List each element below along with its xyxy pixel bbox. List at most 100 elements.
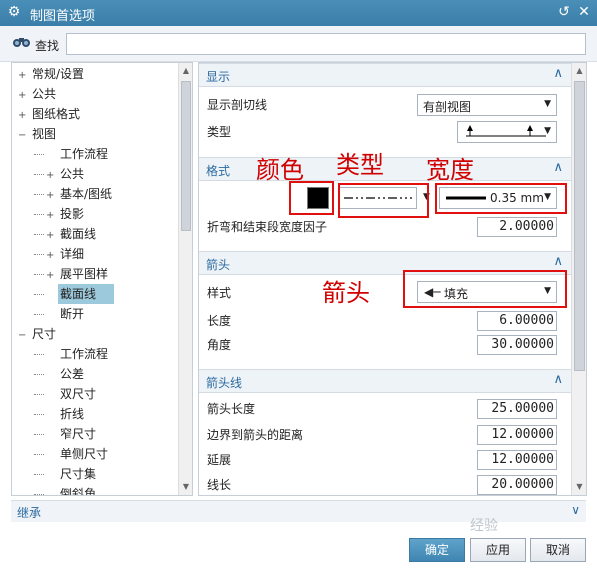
tree-item[interactable]: + 公共 [34, 164, 86, 184]
apply-button[interactable]: 应用 [470, 538, 526, 562]
find-label: 查找 [35, 39, 60, 53]
tree-item-label: 详细 [60, 247, 85, 261]
tree-connector [34, 294, 44, 295]
tree-item-label: 断开 [60, 307, 85, 321]
chevron-up-icon[interactable]: ∧ [553, 372, 563, 387]
tree-item[interactable]: + 投影 [34, 204, 86, 224]
expand-icon[interactable]: + [46, 226, 58, 246]
chevron-up-icon[interactable]: ∧ [553, 66, 563, 81]
inherit-section[interactable]: 继承 ∨ [11, 500, 586, 522]
section-arrow-line[interactable]: 箭头线 ∧ [199, 369, 571, 393]
tree-item[interactable]: 尺寸集 [34, 464, 98, 484]
tree-item-label: 图纸格式 [32, 107, 81, 121]
panel-scrollbar[interactable]: ▲ ▼ [571, 63, 586, 495]
tree-item[interactable]: 截面线 [34, 284, 115, 304]
tree-item-label: 单侧尺寸 [60, 447, 109, 461]
tree-item[interactable]: 单侧尺寸 [34, 444, 110, 464]
caret-down-icon: ▼ [544, 99, 551, 109]
tree-item[interactable]: 倒斜角 [34, 484, 98, 496]
chevron-up-icon[interactable]: ∧ [553, 254, 563, 269]
tree-item[interactable]: 双尺寸 [34, 384, 98, 404]
line-length-input[interactable]: 20.00000 [477, 475, 557, 495]
tree-item[interactable]: + 展平图样 [34, 264, 110, 284]
expand-icon[interactable]: + [46, 186, 58, 206]
expand-icon[interactable]: + [46, 266, 58, 286]
arrow-length-input[interactable]: 6.00000 [477, 311, 557, 331]
tree-connector [34, 234, 44, 235]
expand-icon[interactable]: + [18, 66, 30, 86]
tree-connector [34, 374, 44, 375]
tree-item-label: 窄尺寸 [60, 427, 97, 441]
show-cut-line-label: 显示剖切线 [207, 98, 268, 112]
tree-item[interactable]: 窄尺寸 [34, 424, 98, 444]
close-icon[interactable]: ✕ [576, 4, 592, 20]
tree-connector [34, 494, 44, 495]
tree-item-label: 基本/图纸 [60, 187, 113, 201]
tree-item-label: 工作流程 [60, 147, 109, 161]
tree-scrollbar[interactable]: ▲ ▼ [178, 63, 192, 495]
tree-item-label: 公差 [60, 367, 85, 381]
expand-icon[interactable]: + [46, 166, 58, 186]
expand-icon[interactable]: + [46, 206, 58, 226]
tree-connector [34, 274, 44, 275]
tree-connector [34, 174, 44, 175]
tree-connector [34, 434, 44, 435]
tree-item[interactable]: − 视图 [18, 124, 58, 144]
tree-item-label: 尺寸集 [60, 467, 97, 481]
border-distance-input[interactable]: 12.00000 [477, 425, 557, 445]
category-tree: ▲ ▼ + 常规/设置 + 公共 + 图纸格式 − 视图 工作流程 + 公共 + 基本/图纸 + 投影 + 截面… [11, 62, 193, 496]
arrow-line-length-input[interactable]: 25.00000 [477, 399, 557, 419]
tree-item[interactable]: 断开 [34, 304, 86, 324]
tree-item[interactable]: + 图纸格式 [18, 104, 82, 124]
section-format[interactable]: 格式 ∧ [199, 157, 571, 181]
title-bar: ⚙ 制图首选项 ↺ ✕ [0, 0, 597, 26]
chevron-up-icon[interactable]: ∧ [553, 160, 563, 175]
scroll-up-icon[interactable]: ▲ [572, 63, 586, 79]
tree-item[interactable]: − 尺寸 [18, 324, 58, 344]
tree-item[interactable]: + 截面线 [34, 224, 98, 244]
show-cut-line-select[interactable]: 有剖视图 ▼ [417, 94, 557, 116]
tree-item[interactable]: + 常规/设置 [18, 64, 86, 84]
expand-icon[interactable]: + [18, 106, 30, 126]
scroll-up-icon[interactable]: ▲ [179, 63, 192, 79]
expand-icon[interactable]: + [46, 246, 58, 266]
collapse-icon[interactable]: − [18, 126, 30, 146]
section-line-type-icon [466, 125, 546, 137]
tree-item[interactable]: + 详细 [34, 244, 86, 264]
window-title: 制图首选项 [30, 9, 96, 24]
factor-input[interactable]: 2.00000 [477, 217, 557, 237]
tree-item-label: 投影 [60, 207, 85, 221]
tree-item[interactable]: 公差 [34, 364, 86, 384]
chevron-down-icon[interactable]: ∨ [571, 503, 580, 517]
tree-item[interactable]: + 公共 [18, 84, 58, 104]
tree-connector [34, 154, 44, 155]
watermark: 经验 [470, 518, 498, 534]
scroll-down-icon[interactable]: ▼ [572, 479, 586, 495]
find-input[interactable] [66, 33, 586, 55]
type-select[interactable]: ▼ [457, 121, 557, 143]
tree-item-label: 倒斜角 [60, 487, 97, 496]
expand-icon[interactable]: + [18, 86, 30, 106]
tree-item-label: 截面线 [60, 227, 97, 241]
tree-item-label: 公共 [32, 87, 57, 101]
scroll-down-icon[interactable]: ▼ [179, 479, 192, 495]
tree-item-label: 常规/设置 [32, 67, 85, 81]
scrollbar-thumb[interactable] [181, 81, 191, 231]
reset-icon[interactable]: ↺ [556, 4, 572, 20]
tree-item[interactable]: 工作流程 [34, 344, 110, 364]
tree-connector [34, 214, 44, 215]
scrollbar-thumb[interactable] [574, 81, 585, 371]
tree-item[interactable]: 工作流程 [34, 144, 110, 164]
highlight-width-box [435, 183, 567, 214]
section-display[interactable]: 显示 ∧ [199, 63, 571, 87]
type-label: 类型 [207, 125, 232, 139]
find-row: 查找 [0, 26, 597, 62]
collapse-icon[interactable]: − [18, 326, 30, 346]
tree-item[interactable]: 折线 [34, 404, 86, 424]
arrow-angle-input[interactable]: 30.00000 [477, 335, 557, 355]
extend-input[interactable]: 12.00000 [477, 450, 557, 470]
cancel-button[interactable]: 取消 [530, 538, 586, 562]
tree-item[interactable]: + 基本/图纸 [34, 184, 114, 204]
ok-button[interactable]: 确定 [409, 538, 465, 562]
tree-connector [34, 254, 44, 255]
